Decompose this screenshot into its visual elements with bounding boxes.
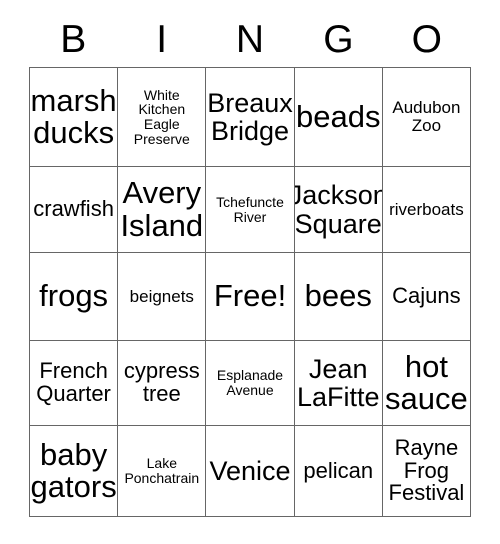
bingo-cell[interactable]: Cajuns [382,253,472,341]
bingo-cell-label: beignets [129,286,194,306]
bingo-cell-label: hot sauce [385,348,468,416]
bingo-card: B I N G O marsh ducks White Kitchen Eagl… [29,0,472,517]
bingo-row: frogs beignets Free! bees Cajuns [30,253,472,341]
bingo-cell[interactable]: Breaux Bridge [206,68,295,167]
bingo-cell[interactable]: Avery Island [118,167,207,253]
bingo-cell[interactable]: Tchefuncte River [206,167,295,253]
bingo-grid: marsh ducks White Kitchen Eagle Preserve… [29,67,472,517]
bingo-cell-label: riverboats [389,199,464,219]
bingo-cell-label: Free! [213,278,287,314]
bingo-cell[interactable]: pelican [294,426,383,517]
bingo-cell[interactable]: bees [294,253,383,341]
bingo-cell-label: Breaux Bridge [207,87,293,146]
bingo-cell-label: White Kitchen Eagle Preserve [133,86,190,147]
bingo-cell[interactable]: Esplanade Avenue [206,341,295,426]
bingo-cell[interactable]: hot sauce [382,341,472,426]
bingo-header-letter-i: I [156,18,168,61]
bingo-row: crawfish Avery Island Tchefuncte River J… [30,167,472,253]
bingo-row: French Quarter cypress tree Esplanade Av… [30,341,472,426]
bingo-cell[interactable]: frogs [30,253,119,341]
bingo-cell-label: Avery Island [120,175,204,243]
bingo-cell-label: beads [295,98,381,134]
bingo-header-row: B I N G O [29,0,471,67]
bingo-cell-label: bees [304,278,372,314]
bingo-header-letter-n: N [235,18,265,61]
bingo-cell-label: frogs [39,278,109,314]
bingo-header-letter-o: O [411,18,442,61]
bingo-cell-label: crawfish [33,196,114,222]
bingo-row: baby gators Lake Ponchatrain Venice peli… [30,426,472,517]
bingo-cell-label: Tchefuncte River [216,193,284,225]
bingo-cell[interactable]: Audubon Zoo [382,68,472,167]
bingo-cell-label: Venice [209,455,291,486]
bingo-cell[interactable]: Venice [206,426,295,517]
bingo-header-letter-g: G [323,18,354,61]
bingo-cell[interactable]: White Kitchen Eagle Preserve [118,68,207,167]
bingo-cell-label: Jean LaFitte [296,353,380,412]
bingo-cell-label: pelican [303,457,374,483]
bingo-cell-label: marsh ducks [30,82,117,150]
bingo-cell[interactable]: marsh ducks [30,68,119,167]
bingo-cell[interactable]: French Quarter [30,341,119,426]
bingo-cell[interactable]: beignets [118,253,207,341]
bingo-cell[interactable]: Lake Ponchatrain [118,426,207,517]
bingo-cell[interactable]: Jean LaFitte [294,341,383,426]
bingo-cell-label: Cajuns [392,283,461,309]
bingo-cell-free[interactable]: Free! [206,253,295,341]
bingo-cell[interactable]: beads [294,68,383,167]
bingo-cell[interactable]: Rayne Frog Festival [382,426,472,517]
bingo-cell[interactable]: riverboats [382,167,472,253]
bingo-cell-label: cypress tree [123,358,200,406]
bingo-cell-label: Audubon Zoo [392,98,461,135]
bingo-cell-label: Rayne Frog Festival [388,434,465,506]
bingo-cell-label: Esplanade Avenue [216,367,284,398]
bingo-cell-label: French Quarter [36,358,111,406]
bingo-cell[interactable]: cypress tree [118,341,207,426]
bingo-cell-label: Lake Ponchatrain [124,455,200,486]
bingo-cell[interactable]: baby gators [30,426,119,517]
bingo-cell[interactable]: crawfish [30,167,119,253]
bingo-cell[interactable]: Jackson Square [294,167,383,253]
bingo-header-letter-b: B [60,18,87,61]
bingo-row: marsh ducks White Kitchen Eagle Preserve… [30,68,472,167]
bingo-cell-label: Jackson Square [294,180,383,239]
bingo-cell-label: baby gators [30,436,117,504]
